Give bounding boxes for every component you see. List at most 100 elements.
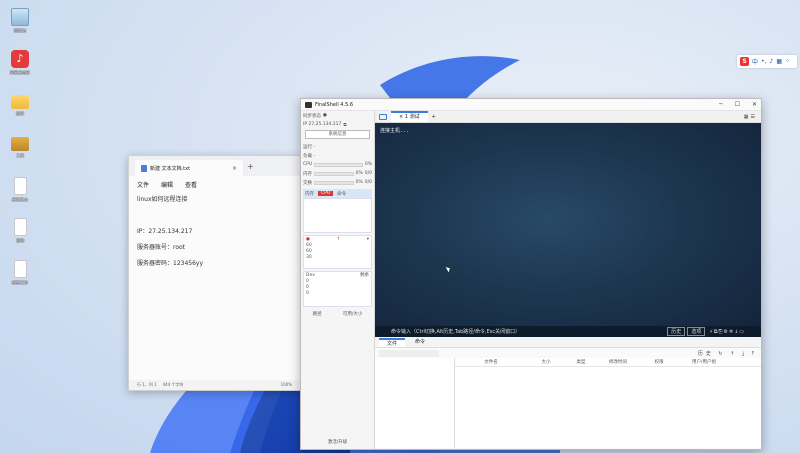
notepad-statusbar: 行 1，列 1 444 个字符 100% [129, 380, 300, 390]
add-session-icon[interactable]: + [432, 114, 436, 120]
desktop-icon-folder-2[interactable]: 工具 [6, 135, 34, 158]
folder-icon [11, 137, 29, 151]
disk-monitor: Dev 剩余 0 0 0 [303, 271, 372, 307]
document-icon [13, 260, 27, 278]
options-button[interactable]: 选项 [687, 327, 706, 336]
zoom-level: 100% [280, 382, 292, 387]
punctuation-icon[interactable]: •, [761, 58, 766, 65]
file-list[interactable]: 文件名 大小 类型 修改时间 权限 用户/用户组 [455, 358, 761, 448]
tab-commands[interactable]: 命令 [407, 338, 433, 347]
text-line: 服务器账号：root [137, 244, 186, 251]
col-permissions[interactable]: 权限 [639, 358, 679, 366]
sync-status-label: 同步状态 [303, 113, 321, 119]
notepad-menubar: 文件 编辑 查看 [129, 176, 300, 190]
finalshell-titlebar[interactable]: FinalShell 4.5.6 ─ ☐ ✕ [301, 99, 761, 111]
apps-icon[interactable]: ⁘ [785, 58, 790, 65]
file-history-button[interactable]: 历史 [698, 351, 714, 357]
document-icon [13, 177, 27, 195]
command-input-bar[interactable]: 命令输入（Ctrl切换,Alt历史,Tab路径/命令,Esc关闭窗口） 历史 选… [375, 326, 761, 337]
recycle-bin-icon [11, 8, 29, 26]
char-count: 444 个字符 [162, 382, 184, 387]
notepad-file-icon [141, 164, 147, 172]
net-dropdown-icon[interactable]: ▾ [367, 237, 369, 243]
terminal-tool-icons[interactable]: ⚡⧉⎘⚙✲↓▭ [709, 329, 745, 335]
new-tab-icon[interactable]: + [247, 162, 254, 171]
file-manager: 文件名 大小 类型 修改时间 权限 用户/用户组 [375, 358, 761, 448]
mic-icon[interactable]: ♪ [769, 58, 773, 65]
window-title: FinalShell 4.5.6 [315, 101, 354, 108]
net-scale-value: 30 [306, 255, 312, 260]
system-info-button[interactable]: 系统信息 [305, 130, 370, 139]
layout-grid-icon[interactable]: ▦☰ [744, 114, 757, 120]
directory-tree[interactable] [375, 358, 455, 448]
desktop-icon-netease-music[interactable]: ♪ 网易云音乐 [6, 50, 34, 75]
text-line: linux如何远程连接 [137, 196, 188, 203]
close-tab-icon[interactable]: × [399, 114, 403, 120]
mem-value: 0% [355, 171, 363, 176]
col-owner[interactable]: 用户/用户组 [679, 358, 729, 366]
notepad-text-area[interactable]: linux如何远程连接 IP：27.25.134.217 服务器账号：root … [129, 190, 300, 282]
swap-usage: 0/0 [364, 180, 372, 185]
desktop-icon-recycle-bin[interactable]: 回收站 [6, 8, 34, 33]
col-type[interactable]: 类型 [565, 358, 597, 366]
desktop-icon-document[interactable]: 新建文本 [6, 177, 34, 202]
mem-usage: 0/0 [364, 171, 372, 176]
session-tab-label: 1 测试 [404, 114, 420, 120]
disk-free-label: 剩余 [360, 273, 369, 278]
mem-bar [314, 171, 354, 176]
proc-col-cmd[interactable]: 命令 [337, 191, 346, 197]
close-tab-icon[interactable]: × [232, 165, 237, 172]
mem-label: 内存 [303, 171, 312, 177]
sync-dot-icon: ● [323, 113, 327, 118]
server-status-panel: 同步状态 ● IP 27.25.134.217 ⧉ 系统信息 运行 - 负载 - C… [301, 111, 375, 449]
text-line: IP：27.25.134.217 [137, 228, 193, 235]
path-column[interactable]: 路径 [313, 311, 322, 317]
finalshell-logo-icon [305, 101, 312, 108]
text-line: 服务器密码：123456yy [137, 260, 204, 267]
path-input[interactable] [379, 349, 439, 357]
terminal-output: 连接主机... [380, 128, 410, 134]
terminal[interactable]: 连接主机... 命令输入（Ctrl切换,Alt历史,Tab路径/命令,Esc关闭… [375, 123, 761, 337]
tab-files[interactable]: 文件 [379, 338, 406, 347]
ime-mode[interactable]: 中 [752, 57, 758, 66]
notepad-titlebar[interactable]: 新建 文本文档.txt × + [129, 156, 300, 176]
desktop-icon-document-3[interactable]: 配置文件 [6, 260, 34, 285]
minimize-icon[interactable]: ─ [719, 101, 723, 108]
ime-toolbar[interactable]: S 中 •, ♪ ▦ ⁘ [737, 55, 797, 68]
copy-icon[interactable]: ⧉ [343, 122, 346, 128]
maximize-icon[interactable]: ☐ [735, 101, 740, 108]
notepad-tab-title: 新建 文本文档.txt [150, 165, 191, 172]
file-list-header: 文件名 大小 类型 修改时间 权限 用户/用户组 [455, 358, 761, 367]
swap-label: 交换 [303, 180, 312, 186]
mouse-cursor-icon [445, 265, 452, 273]
proc-col-cpu[interactable]: CPU [318, 191, 334, 196]
proc-col-mem[interactable]: 内存 [305, 191, 314, 197]
close-icon[interactable]: ✕ [752, 101, 757, 108]
server-ip: IP 27.25.134.217 [303, 122, 342, 127]
col-size[interactable]: 大小 [527, 358, 565, 366]
keyboard-icon[interactable]: ▦ [776, 58, 782, 65]
history-button[interactable]: 历史 [667, 327, 686, 336]
desktop-icon-folder[interactable]: 资料 [6, 93, 34, 116]
notepad-window[interactable]: 新建 文本文档.txt × + 文件 编辑 查看 linux如何远程连接 IP：… [128, 155, 301, 391]
desktop-icon-document-2[interactable]: 说明 [6, 218, 34, 243]
music-app-icon: ♪ [11, 50, 29, 68]
folder-open-icon[interactable] [379, 113, 387, 120]
sogou-logo-icon: S [740, 57, 749, 66]
session-tab[interactable]: × 1 测试 [391, 111, 428, 122]
file-toolbar[interactable]: 历史 ↻ ↑ ⤓ ⤒ [698, 350, 757, 357]
menu-file[interactable]: 文件 [137, 180, 149, 189]
activate-upgrade-link[interactable]: 激活/升级 [301, 439, 374, 445]
notepad-tab[interactable]: 新建 文本文档.txt × [135, 160, 243, 176]
text-line [137, 212, 292, 220]
col-filename[interactable]: 文件名 [455, 358, 527, 366]
size-column[interactable]: 可用/大小 [343, 311, 363, 317]
process-list[interactable] [303, 198, 372, 233]
menu-view[interactable]: 查看 [185, 180, 197, 189]
menu-edit[interactable]: 编辑 [161, 180, 173, 189]
running-label: 运行 - [303, 144, 316, 150]
finalshell-window[interactable]: FinalShell 4.5.6 ─ ☐ ✕ 同步状态 ● IP 27.25.13… [300, 98, 762, 450]
folder-icon [11, 95, 29, 109]
col-modified[interactable]: 修改时间 [597, 358, 639, 366]
bottom-tabs: 文件 命令 [375, 337, 761, 348]
